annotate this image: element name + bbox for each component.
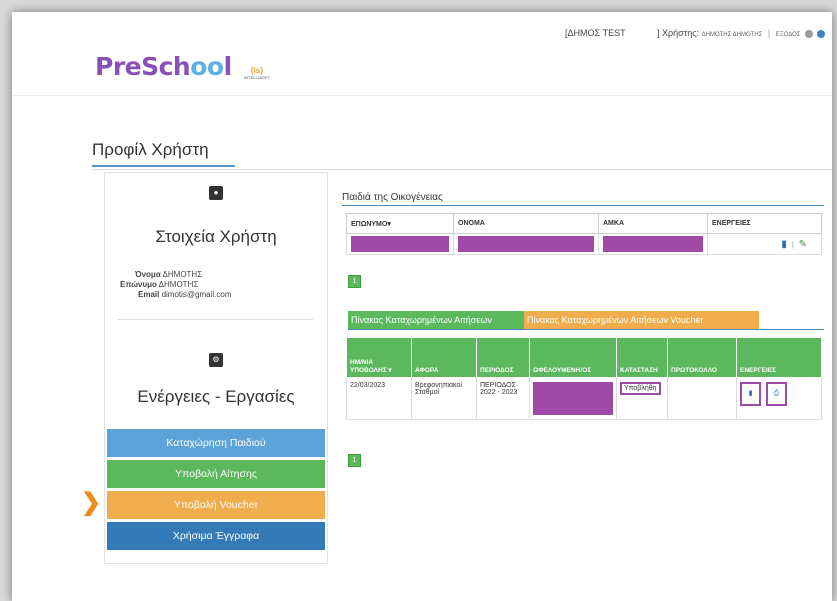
col-date[interactable]: ΗΜ/ΝΙΑ ΥΠΟΒΟΛΗΣ ▾ [346,337,412,378]
actions-section-title: Ενέργειες - Εργασίες [137,387,295,406]
logo-l: l [223,52,233,81]
profile-section-title: Στοιχεία Χρήστη [155,227,277,246]
print-icon[interactable]: ⎙ [765,382,787,406]
protocol-cell [667,377,737,420]
table-row: ▮ | ✎ [346,233,822,255]
tab-voucher-applications[interactable]: Πίνακας Καταχωρημένων Αιτήσεων Voucher [524,311,759,329]
applications-table: ΗΜ/ΝΙΑ ΥΠΟΒΟΛΗΣ ▾ ΑΦΟΡΑ ΠΕΡΙΟΔΟΣ ΩΦΕΛΟΥΜ… [346,337,822,420]
status-badge: Υποβλήθη [620,382,661,395]
separator: | [767,28,771,38]
submit-voucher-button[interactable]: Υποβολή Voucher [107,491,325,519]
col-period: ΠΕΡΙΟΔΟΣ [476,337,530,378]
help-icon[interactable] [817,29,826,38]
last-name-label: Επώνυμο [120,280,157,289]
logo-pre: Pre [95,52,142,81]
date-cell: 22/03/2023 [346,377,412,420]
pagination-button[interactable]: 1 [348,454,361,467]
panel-divider [118,319,313,320]
first-name-label: Όνομα [135,270,161,279]
status-cell: Υποβλήθη [616,377,668,420]
page-title: Προφίλ Χρήστη [92,140,209,159]
top-bar: [ΔΗΜΟΣ TEST ] Χρήστης: ΔΗΜΟΤΗΣ ΔΗΜΟΤΗΣ |… [12,12,832,38]
col-beneficiary: ΩΦΕΛΟΥΜΕΝΗ/ΟΣ [529,337,617,378]
chevron-right-icon: ❯ [81,489,102,516]
row-actions: ▮ ⎙ [736,377,822,420]
title-underline [92,165,235,167]
logo-sch: Sch [141,52,191,81]
email-value: dimotis@gmail.com [161,290,232,299]
tab-applications[interactable]: Πίνακας Καταχωρημένων Αιτήσεων [348,311,524,329]
col-amka: ΑΜΚΑ [598,213,708,234]
folder-icon[interactable]: ▮ [740,382,761,406]
about-cell: Βρεφονηπιακοί Σταθμοί [411,377,477,420]
row-actions: ▮ | ✎ [707,233,822,255]
user-line: ] Χρήστης: ΔΗΜΟΤΗΣ ΔΗΜΟΤΗΣ | ΕΞΟΔΟΣ [657,28,826,38]
header-divider [12,95,832,96]
user-name: ΔΗΜΟΤΗΣ ΔΗΜΟΤΗΣ [701,32,763,38]
col-surname[interactable]: ΕΠΩΝΥΜΟ▾ [346,213,454,234]
app-window: [ΔΗΜΟΣ TEST ] Χρήστης: ΔΗΜΟΤΗΣ ΔΗΜΟΤΗΣ |… [12,12,832,601]
children-title: Παιδιά της Οικογένειας [342,192,443,203]
children-table: ΕΠΩΝΥΜΟ▾ ΟΝΟΜΑ ΑΜΚΑ ΕΝΕΡΓΕΙΕΣ ▮ | ✎ [346,213,822,255]
last-name-value: ΔΗΜΟΤΗΣ [158,280,199,289]
logo-oo: oo [190,52,224,81]
col-status: ΚΑΤΑΣΤΑΣΗ [616,337,668,378]
useful-documents-button[interactable]: Χρήσιμα Έγγραφα [107,522,325,550]
user-info: Όνομα ΔΗΜΟΤΗΣ Επώνυμο ΔΗΜΟΤΗΣ Email dimo… [105,270,327,300]
period-cell: ΠΕΡΙΟΔΟΣ 2022 - 2023 [476,377,530,420]
gear-icon: ⚙ [209,353,223,367]
redacted-cell [598,233,708,255]
intellisoft-logo: {is} INTELLISOFT [244,67,270,81]
folder-icon[interactable]: ▮ [781,239,787,250]
col-actions: ΕΝΕΡΓΕΙΕΣ [707,213,822,234]
submit-application-button[interactable]: Υποβολή Αίτησης [107,460,325,488]
col-about: ΑΦΟΡΑ [411,337,477,378]
municipality-label: [ΔΗΜΟΣ TEST [565,28,626,38]
gear-icon[interactable] [804,29,813,38]
col-actions: ΕΝΕΡΓΕΙΕΣ [736,337,822,378]
col-protocol: ΠΡΩΤΟΚΟΛΛΟ [667,337,737,378]
col-firstname: ΟΝΟΜΑ [453,213,599,234]
redacted-cell [346,233,454,255]
register-child-button[interactable]: Καταχώρηση Παιδιού [107,429,325,457]
redacted-cell [453,233,599,255]
user-icon: ● [209,186,223,200]
title-divider [92,169,832,170]
logout-link[interactable]: ΕΞΟΔΟΣ [776,32,801,38]
preschool-logo[interactable]: PreSchool [95,52,232,81]
email-label: Email [138,290,160,299]
action-separator: | [791,241,794,249]
pagination-button[interactable]: 1 [348,275,361,288]
first-name-value: ΔΗΜΟΤΗΣ [162,270,203,279]
user-panel: ● Στοιχεία Χρήστη Όνομα ΔΗΜΟΤΗΣ Επώνυμο … [104,172,328,564]
edit-icon[interactable]: ✎ [799,239,807,250]
table-row: 22/03/2023 Βρεφονηπιακοί Σταθμοί ΠΕΡΙΟΔΟ… [346,377,822,420]
user-label: ] Χρήστης: [657,28,700,38]
tab-underline [348,329,824,330]
children-title-line [342,205,824,206]
redacted-cell [529,377,617,420]
is-sub: INTELLISOFT [244,75,270,80]
